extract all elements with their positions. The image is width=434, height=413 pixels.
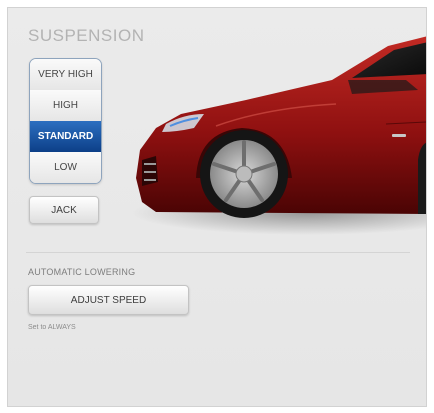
section-divider [26,252,410,253]
suspension-level-selector: VERY HIGH HIGH STANDARD LOW [29,58,102,184]
level-very-high-button[interactable]: VERY HIGH [30,59,101,90]
jack-button[interactable]: JACK [29,196,99,224]
automatic-lowering-heading: AUTOMATIC LOWERING [28,267,136,277]
adjust-speed-button[interactable]: ADJUST SPEED [28,285,189,315]
level-high-button[interactable]: HIGH [30,90,101,121]
level-standard-button[interactable]: STANDARD [30,121,101,152]
automatic-lowering-status: Set to ALWAYS [28,324,76,331]
level-low-button[interactable]: LOW [30,152,101,183]
suspension-panel: SUSPENSION VERY HIGH HIGH STANDARD LOW J… [7,7,427,407]
car-image [131,36,426,235]
